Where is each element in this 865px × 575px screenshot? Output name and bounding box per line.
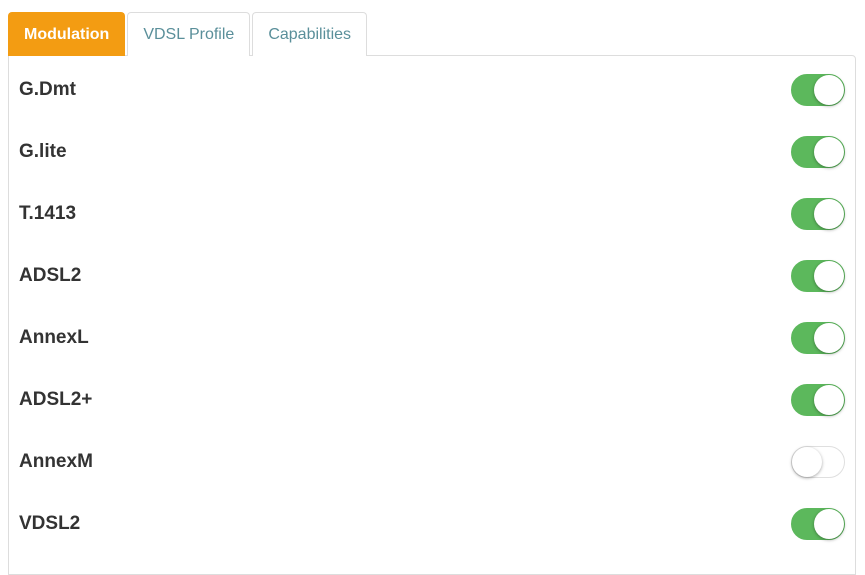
glite-toggle[interactable] [791,136,845,168]
modulation-panel: G.Dmt G.lite T.1413 ADSL2 AnnexL ADSL2+ … [8,55,856,575]
modulation-row-vdsl2: VDSL2 [9,504,855,544]
adsl2plus-toggle[interactable] [791,384,845,416]
modulation-row-adsl2: ADSL2 [9,256,855,296]
modulation-label: AnnexL [19,327,89,348]
tab-bar: Modulation VDSL Profile Capabilities [8,12,369,56]
modulation-row-adsl2plus: ADSL2+ [9,380,855,420]
tab-modulation[interactable]: Modulation [8,12,126,56]
toggle-knob [792,447,822,477]
toggle-knob [814,385,844,415]
modulation-label: ADSL2 [19,265,82,286]
modulation-label: VDSL2 [19,513,81,534]
modulation-label: T.1413 [19,203,77,224]
adsl2-toggle[interactable] [791,260,845,292]
annexl-toggle[interactable] [791,322,845,354]
annexm-toggle[interactable] [791,446,845,478]
modulation-row-glite: G.lite [9,132,855,172]
modulation-label: AnnexM [19,451,93,472]
t1413-toggle[interactable] [791,198,845,230]
toggle-knob [814,137,844,167]
toggle-knob [814,75,844,105]
modulation-row-gdmt: G.Dmt [9,70,855,110]
modulation-label: G.Dmt [19,79,76,100]
gdmt-toggle[interactable] [791,74,845,106]
modulation-label: ADSL2+ [19,389,93,410]
modulation-label: G.lite [19,141,67,162]
toggle-knob [814,323,844,353]
toggle-knob [814,261,844,291]
modulation-row-annexl: AnnexL [9,318,855,358]
tab-vdsl-profile[interactable]: VDSL Profile [127,12,251,56]
tab-capabilities[interactable]: Capabilities [252,12,368,56]
toggle-knob [814,199,844,229]
vdsl2-toggle[interactable] [791,508,845,540]
modulation-row-t1413: T.1413 [9,194,855,234]
modulation-row-annexm: AnnexM [9,442,855,482]
toggle-knob [814,509,844,539]
